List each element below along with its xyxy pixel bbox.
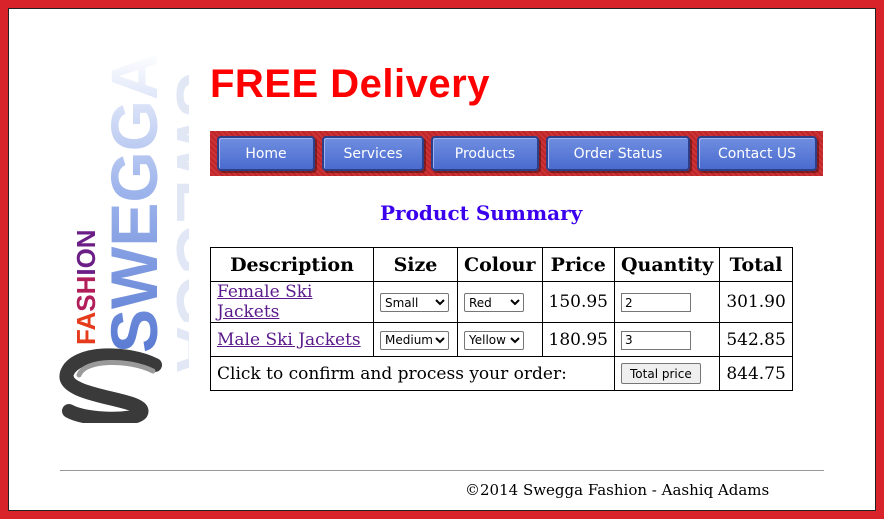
price-cell: 150.95	[541, 281, 616, 323]
product-summary-title: Product Summary	[380, 201, 583, 225]
column-header-quantity: Quantity	[613, 247, 721, 282]
column-header-description: Description	[210, 247, 374, 282]
confirm-order-text: Click to confirm and process your order:	[210, 356, 615, 391]
row-total-cell: 301.90	[719, 281, 793, 323]
svg-text:SWEGGA: SWEGGA	[97, 53, 171, 353]
row-total-cell: 542.85	[719, 322, 793, 357]
table-header-row: Description Size Colour Price Quantity T…	[210, 247, 793, 282]
product-summary-table: Description Size Colour Price Quantity T…	[210, 247, 793, 391]
column-header-price: Price	[541, 247, 616, 282]
column-header-colour: Colour	[457, 247, 543, 282]
size-select[interactable]: Medium	[380, 330, 449, 350]
nav-order-status-button[interactable]: Order Status	[546, 136, 690, 171]
quantity-input[interactable]	[621, 293, 691, 313]
main-nav: Home Services Products Order Status Cont…	[210, 131, 823, 176]
quantity-input[interactable]	[621, 330, 691, 350]
column-header-size: Size	[373, 247, 458, 282]
nav-contact-us-button[interactable]: Contact US	[697, 136, 817, 171]
price-cell: 180.95	[541, 322, 616, 357]
nav-products-button[interactable]: Products	[431, 136, 539, 171]
total-price-button[interactable]: Total price	[621, 363, 701, 385]
footer-copyright: ©2014 Swegga Fashion - Aashiq Adams	[465, 481, 770, 499]
swegga-fashion-logo: SWEGGA SWEGGA FASHION	[59, 53, 189, 423]
table-row-confirm: Click to confirm and process your order:…	[210, 356, 793, 391]
table-row: Male Ski Jackets Medium Yellow 180.95 54…	[210, 322, 793, 357]
product-link-female-ski-jackets[interactable]: Female Ski Jackets	[217, 282, 312, 322]
footer-divider	[60, 470, 824, 471]
colour-select[interactable]: Red	[464, 293, 524, 313]
nav-home-button[interactable]: Home	[217, 136, 315, 171]
column-header-total: Total	[719, 247, 793, 282]
colour-select[interactable]: Yellow	[464, 330, 524, 350]
svg-text:FASHION: FASHION	[71, 229, 101, 345]
product-link-male-ski-jackets[interactable]: Male Ski Jackets	[217, 330, 361, 350]
table-row: Female Ski Jackets Small Red 150.95 301.…	[210, 281, 793, 323]
free-delivery-headline: FREE Delivery	[210, 62, 490, 106]
nav-services-button[interactable]: Services	[322, 136, 424, 171]
grand-total-cell: 844.75	[719, 356, 793, 391]
size-select[interactable]: Small	[380, 293, 449, 313]
